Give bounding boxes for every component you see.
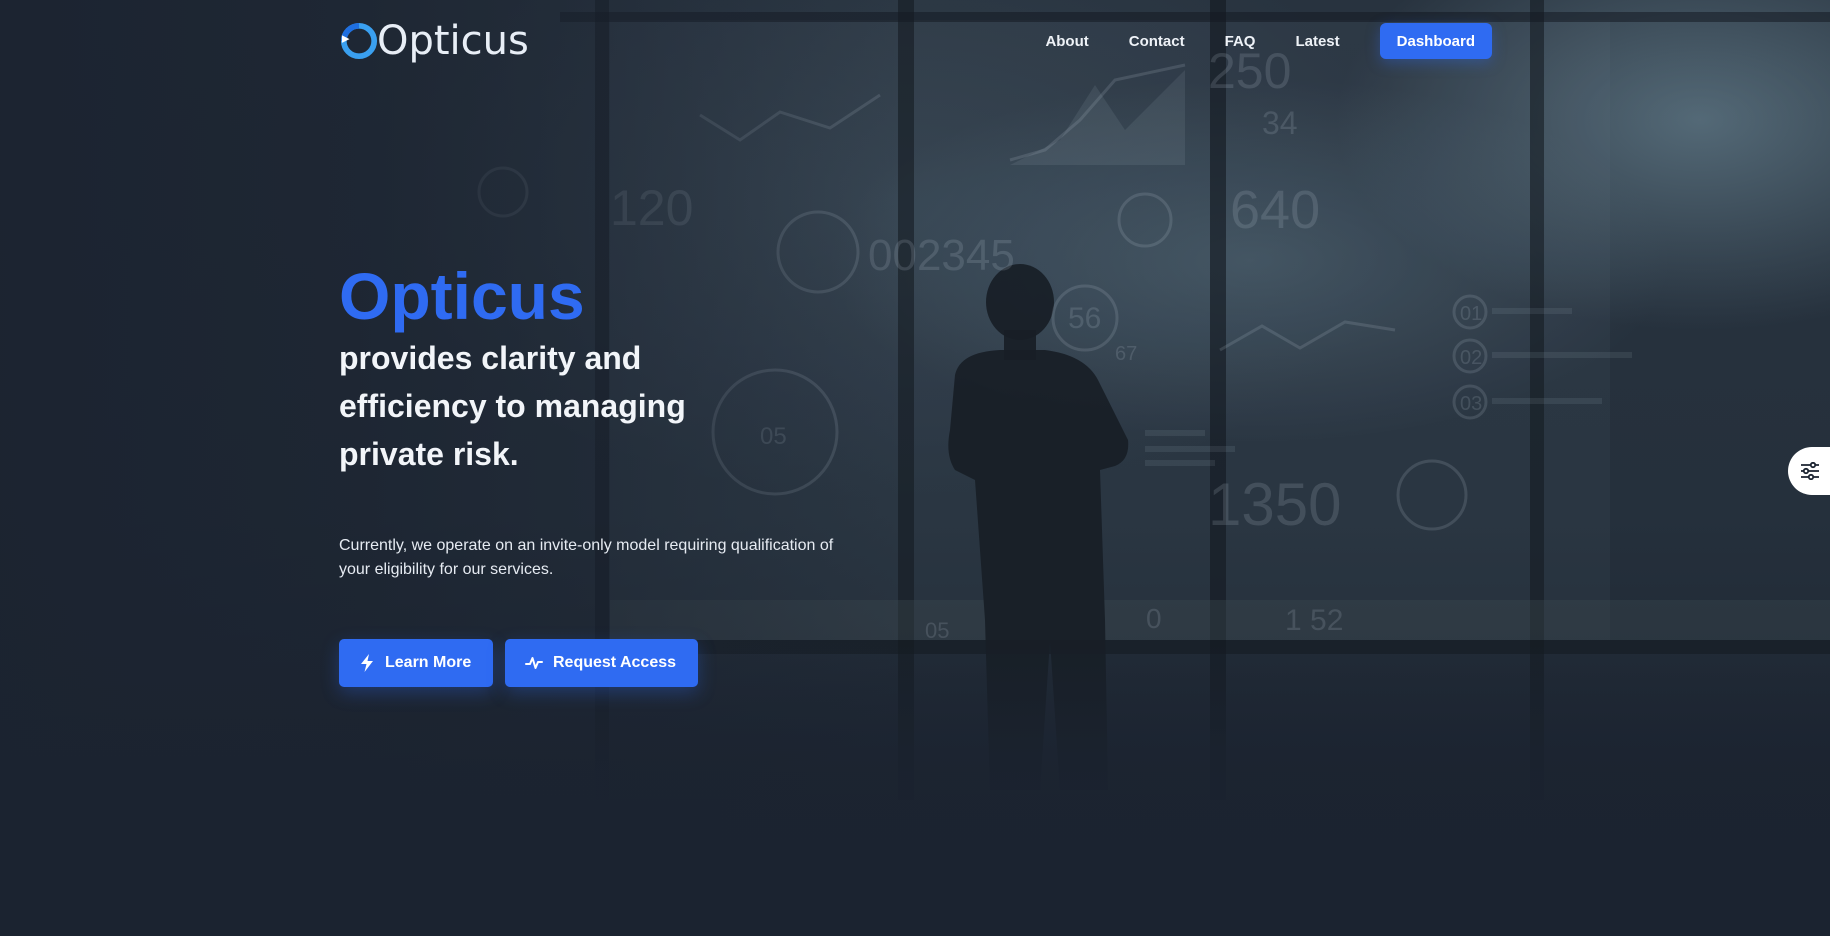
request-access-label: Request Access — [553, 654, 677, 671]
sliders-icon — [1801, 462, 1819, 480]
nav-link-contact[interactable]: Contact — [1129, 33, 1185, 50]
dashboard-button[interactable]: Dashboard — [1379, 23, 1492, 59]
hero-section: 250 34 640 002345 120 56 67 05 1350 01 0… — [0, 0, 1830, 936]
svg-text:1 52: 1 52 — [1285, 604, 1343, 637]
bottom-gradient-overlay — [0, 640, 1830, 936]
nav-link-about[interactable]: About — [1045, 33, 1088, 50]
logo-link[interactable]: Opticus — [340, 18, 529, 64]
logo-wordmark: Opticus — [377, 18, 529, 64]
hero-subtitle: provides clarity and efficiency to manag… — [339, 340, 686, 472]
learn-more-button[interactable]: Learn More — [339, 639, 494, 687]
request-access-button[interactable]: Request Access — [505, 639, 699, 687]
svg-text:56: 56 — [1068, 302, 1101, 335]
svg-text:1350: 1350 — [1208, 471, 1341, 538]
opticus-logo-icon — [340, 22, 378, 60]
lightning-icon — [361, 654, 373, 672]
settings-tab[interactable] — [1788, 447, 1830, 495]
learn-more-label: Learn More — [385, 654, 472, 671]
pulse-icon — [525, 657, 543, 669]
svg-text:34: 34 — [1262, 105, 1298, 141]
hero-description: Currently, we operate on an invite-only … — [339, 537, 834, 578]
svg-text:0: 0 — [1146, 603, 1162, 634]
svg-text:02: 02 — [1460, 347, 1482, 369]
top-nav: About Contact FAQ Latest Dashboard — [1045, 23, 1492, 59]
svg-text:03: 03 — [1460, 393, 1482, 415]
nav-link-latest[interactable]: Latest — [1295, 33, 1339, 50]
hero-title: Opticus — [339, 259, 585, 333]
svg-text:67: 67 — [1115, 343, 1137, 365]
svg-text:640: 640 — [1230, 180, 1320, 240]
nav-link-faq[interactable]: FAQ — [1225, 33, 1256, 50]
svg-text:01: 01 — [1460, 303, 1482, 325]
